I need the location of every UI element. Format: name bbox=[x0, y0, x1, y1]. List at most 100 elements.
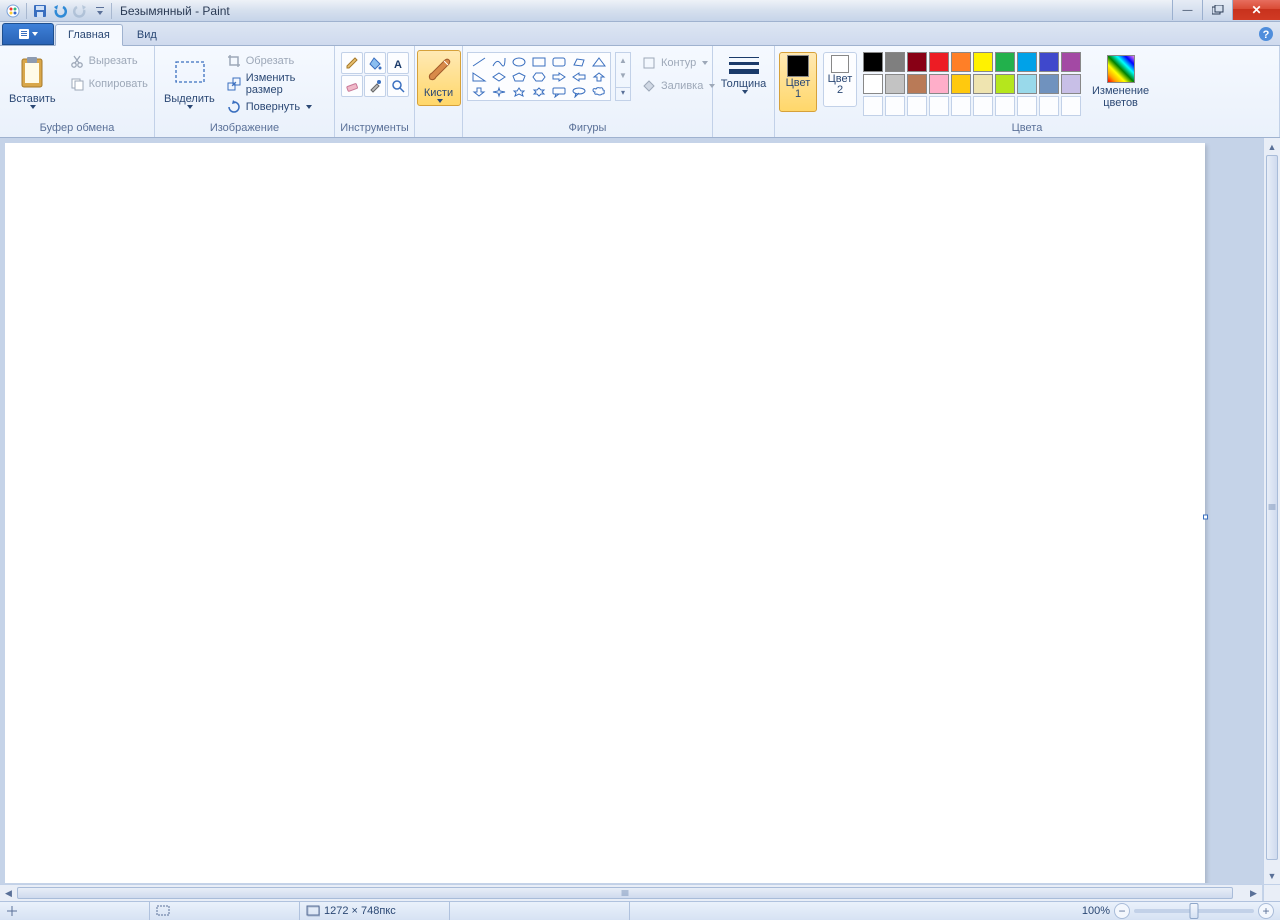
palette-swatch[interactable] bbox=[929, 74, 949, 94]
palette-swatch[interactable] bbox=[1061, 52, 1081, 72]
minimize-button[interactable]: — bbox=[1172, 0, 1202, 20]
shape-star6[interactable] bbox=[529, 84, 549, 99]
shape-polygon[interactable] bbox=[569, 54, 589, 69]
palette-swatch[interactable] bbox=[1017, 74, 1037, 94]
palette-custom-slot[interactable] bbox=[929, 96, 949, 116]
tab-home[interactable]: Главная bbox=[55, 24, 123, 46]
palette-swatch[interactable] bbox=[995, 74, 1015, 94]
zoom-in-button[interactable]: + bbox=[1258, 903, 1274, 919]
palette-swatch[interactable] bbox=[973, 74, 993, 94]
shapes-scroll-down[interactable]: ▼ bbox=[616, 71, 630, 80]
palette-swatch[interactable] bbox=[907, 52, 927, 72]
scrollbar-horizontal[interactable]: ◀ ▶ bbox=[0, 884, 1262, 901]
fill-tool[interactable] bbox=[364, 52, 386, 74]
text-tool[interactable]: A bbox=[387, 52, 409, 74]
save-icon[interactable] bbox=[31, 2, 49, 20]
shape-arrow-up[interactable] bbox=[589, 69, 609, 84]
shape-arrow-left[interactable] bbox=[569, 69, 589, 84]
shape-callout-rect[interactable] bbox=[549, 84, 569, 99]
undo-icon[interactable] bbox=[51, 2, 69, 20]
resize-handle-right[interactable] bbox=[1203, 515, 1208, 520]
palette-custom-slot[interactable] bbox=[1061, 96, 1081, 116]
zoom-out-button[interactable]: − bbox=[1114, 903, 1130, 919]
color-picker-tool[interactable] bbox=[364, 75, 386, 97]
scroll-h-thumb[interactable] bbox=[17, 887, 1233, 899]
palette-custom-slot[interactable] bbox=[907, 96, 927, 116]
shape-line[interactable] bbox=[469, 54, 489, 69]
scroll-left-button[interactable]: ◀ bbox=[0, 885, 17, 902]
palette-custom-slot[interactable] bbox=[1039, 96, 1059, 116]
shape-callout-oval[interactable] bbox=[569, 84, 589, 99]
shapes-scroll-up[interactable]: ▲ bbox=[616, 56, 630, 65]
paste-button[interactable]: Вставить bbox=[4, 50, 61, 112]
redo-icon[interactable] bbox=[71, 2, 89, 20]
palette-custom-slot[interactable] bbox=[863, 96, 883, 116]
chevron-down-icon bbox=[742, 90, 748, 94]
palette-swatch[interactable] bbox=[951, 74, 971, 94]
shape-rounded-rect[interactable] bbox=[549, 54, 569, 69]
palette-swatch[interactable] bbox=[929, 52, 949, 72]
palette-swatch[interactable] bbox=[885, 52, 905, 72]
zoom-slider[interactable] bbox=[1134, 909, 1254, 913]
shape-rectangle[interactable] bbox=[529, 54, 549, 69]
palette-swatch[interactable] bbox=[1017, 52, 1037, 72]
select-button[interactable]: Выделить bbox=[159, 50, 220, 112]
paint-app-icon[interactable] bbox=[4, 2, 22, 20]
palette-custom-slot[interactable] bbox=[1017, 96, 1037, 116]
shape-triangle[interactable] bbox=[589, 54, 609, 69]
palette-swatch[interactable] bbox=[951, 52, 971, 72]
shape-diamond[interactable] bbox=[489, 69, 509, 84]
brushes-button[interactable]: Кисти bbox=[417, 50, 461, 106]
palette-swatch[interactable] bbox=[863, 52, 883, 72]
palette-swatch[interactable] bbox=[1039, 74, 1059, 94]
eraser-tool[interactable] bbox=[341, 75, 363, 97]
scroll-down-button[interactable]: ▼ bbox=[1264, 867, 1280, 884]
palette-swatch[interactable] bbox=[995, 52, 1015, 72]
edit-colors-button[interactable]: Изменение цветов bbox=[1087, 52, 1154, 112]
resize-button[interactable]: Изменить размер bbox=[222, 73, 330, 95]
color1-button[interactable]: Цвет 1 bbox=[779, 52, 817, 112]
rotate-button[interactable]: Повернуть bbox=[222, 96, 330, 118]
color2-button[interactable]: Цвет 2 bbox=[823, 52, 857, 107]
thickness-button[interactable]: Толщина bbox=[716, 50, 772, 97]
group-label-shapes: Фигуры bbox=[467, 122, 708, 137]
palette-swatch[interactable] bbox=[973, 52, 993, 72]
pencil-tool[interactable] bbox=[341, 52, 363, 74]
shapes-expand[interactable]: ▾ bbox=[616, 87, 630, 97]
shapes-gallery[interactable] bbox=[467, 52, 611, 101]
shape-oval[interactable] bbox=[509, 54, 529, 69]
palette-custom-slot[interactable] bbox=[973, 96, 993, 116]
palette-custom-slot[interactable] bbox=[995, 96, 1015, 116]
shape-arrow-down[interactable] bbox=[469, 84, 489, 99]
close-button[interactable]: ✕ bbox=[1232, 0, 1280, 20]
workarea: ◀ ▶ ▲ ▼ bbox=[0, 138, 1280, 901]
palette-swatch[interactable] bbox=[1061, 74, 1081, 94]
magnifier-tool[interactable] bbox=[387, 75, 409, 97]
palette-custom-slot[interactable] bbox=[885, 96, 905, 116]
shape-curve[interactable] bbox=[489, 54, 509, 69]
palette-swatch[interactable] bbox=[907, 74, 927, 94]
shape-hexagon[interactable] bbox=[529, 69, 549, 84]
palette-swatch[interactable] bbox=[885, 74, 905, 94]
scroll-up-button[interactable]: ▲ bbox=[1264, 138, 1280, 155]
shape-callout-cloud[interactable] bbox=[589, 84, 609, 99]
palette-swatch[interactable] bbox=[1039, 52, 1059, 72]
tab-view[interactable]: Вид bbox=[124, 23, 170, 45]
palette-custom-slot[interactable] bbox=[951, 96, 971, 116]
shape-arrow-right[interactable] bbox=[549, 69, 569, 84]
scrollbar-vertical[interactable]: ▲ ▼ bbox=[1263, 138, 1280, 884]
shape-pentagon[interactable] bbox=[509, 69, 529, 84]
maximize-button[interactable] bbox=[1202, 0, 1232, 20]
scroll-v-thumb[interactable] bbox=[1266, 155, 1278, 860]
help-icon[interactable]: ? bbox=[1258, 26, 1274, 42]
shape-star5[interactable] bbox=[509, 84, 529, 99]
zoom-thumb[interactable] bbox=[1190, 903, 1199, 919]
group-label-tools: Инструменты bbox=[339, 122, 410, 137]
file-menu-button[interactable] bbox=[2, 23, 54, 45]
shape-right-triangle[interactable] bbox=[469, 69, 489, 84]
scroll-right-button[interactable]: ▶ bbox=[1245, 885, 1262, 902]
qat-customize-icon[interactable] bbox=[91, 2, 109, 20]
palette-swatch[interactable] bbox=[863, 74, 883, 94]
canvas[interactable] bbox=[5, 143, 1205, 883]
shape-star4[interactable] bbox=[489, 84, 509, 99]
